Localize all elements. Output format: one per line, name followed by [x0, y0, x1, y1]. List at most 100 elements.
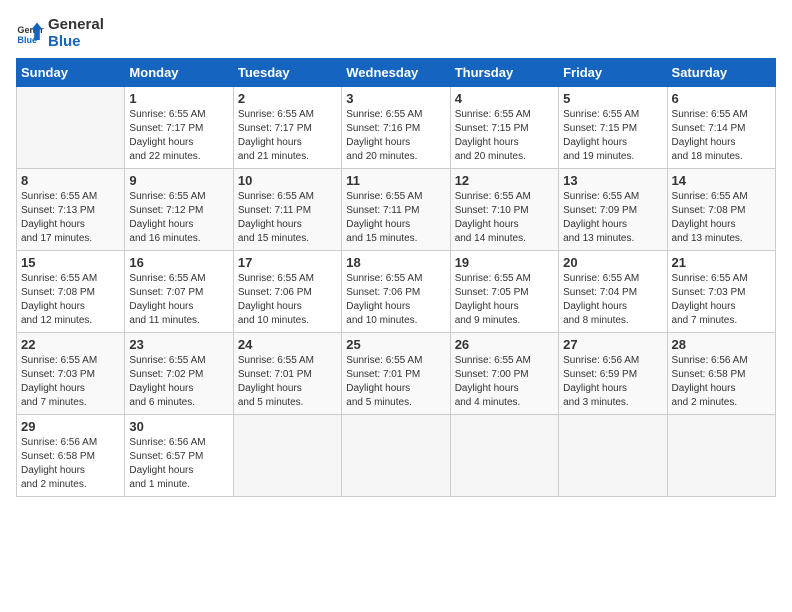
day-info: Sunrise: 6:55 AM Sunset: 7:06 PM Dayligh…	[238, 272, 337, 328]
day-number: 25	[346, 337, 445, 352]
day-cell: 14 Sunrise: 6:55 AM Sunset: 7:08 PM Dayl…	[667, 169, 775, 251]
logo-icon: General Blue	[16, 19, 44, 47]
week-row-2: 15 Sunrise: 6:55 AM Sunset: 7:08 PM Dayl…	[17, 251, 776, 333]
day-cell: 5 Sunrise: 6:55 AM Sunset: 7:15 PM Dayli…	[559, 87, 667, 169]
week-row-4: 29 Sunrise: 6:56 AM Sunset: 6:58 PM Dayl…	[17, 415, 776, 497]
day-number: 11	[346, 173, 445, 188]
day-cell: 19 Sunrise: 6:55 AM Sunset: 7:05 PM Dayl…	[450, 251, 558, 333]
day-cell: 11 Sunrise: 6:55 AM Sunset: 7:11 PM Dayl…	[342, 169, 450, 251]
day-number: 10	[238, 173, 337, 188]
day-cell: 3 Sunrise: 6:55 AM Sunset: 7:16 PM Dayli…	[342, 87, 450, 169]
day-cell: 1 Sunrise: 6:55 AM Sunset: 7:17 PM Dayli…	[125, 87, 233, 169]
week-row-3: 22 Sunrise: 6:55 AM Sunset: 7:03 PM Dayl…	[17, 333, 776, 415]
day-cell: 2 Sunrise: 6:55 AM Sunset: 7:17 PM Dayli…	[233, 87, 341, 169]
day-cell: 29 Sunrise: 6:56 AM Sunset: 6:58 PM Dayl…	[17, 415, 125, 497]
day-info: Sunrise: 6:55 AM Sunset: 7:01 PM Dayligh…	[346, 354, 445, 410]
day-cell: 20 Sunrise: 6:55 AM Sunset: 7:04 PM Dayl…	[559, 251, 667, 333]
day-cell	[342, 415, 450, 497]
svg-text:Blue: Blue	[17, 35, 37, 45]
day-cell: 18 Sunrise: 6:55 AM Sunset: 7:06 PM Dayl…	[342, 251, 450, 333]
day-info: Sunrise: 6:55 AM Sunset: 7:11 PM Dayligh…	[238, 190, 337, 246]
day-info: Sunrise: 6:55 AM Sunset: 7:16 PM Dayligh…	[346, 108, 445, 164]
day-info: Sunrise: 6:55 AM Sunset: 7:08 PM Dayligh…	[21, 272, 120, 328]
day-info: Sunrise: 6:56 AM Sunset: 6:57 PM Dayligh…	[129, 436, 228, 492]
week-row-1: 8 Sunrise: 6:55 AM Sunset: 7:13 PM Dayli…	[17, 169, 776, 251]
week-row-0: 1 Sunrise: 6:55 AM Sunset: 7:17 PM Dayli…	[17, 87, 776, 169]
day-info: Sunrise: 6:56 AM Sunset: 6:59 PM Dayligh…	[563, 354, 662, 410]
col-header-wednesday: Wednesday	[342, 59, 450, 87]
day-number: 23	[129, 337, 228, 352]
day-cell: 24 Sunrise: 6:55 AM Sunset: 7:01 PM Dayl…	[233, 333, 341, 415]
day-info: Sunrise: 6:55 AM Sunset: 7:07 PM Dayligh…	[129, 272, 228, 328]
day-cell: 25 Sunrise: 6:55 AM Sunset: 7:01 PM Dayl…	[342, 333, 450, 415]
day-number: 6	[672, 91, 771, 106]
logo-blue: Blue	[48, 33, 104, 50]
day-number: 14	[672, 173, 771, 188]
day-info: Sunrise: 6:55 AM Sunset: 7:17 PM Dayligh…	[238, 108, 337, 164]
day-cell	[17, 87, 125, 169]
day-cell: 15 Sunrise: 6:55 AM Sunset: 7:08 PM Dayl…	[17, 251, 125, 333]
day-number: 18	[346, 255, 445, 270]
day-cell: 22 Sunrise: 6:55 AM Sunset: 7:03 PM Dayl…	[17, 333, 125, 415]
day-cell: 23 Sunrise: 6:55 AM Sunset: 7:02 PM Dayl…	[125, 333, 233, 415]
day-info: Sunrise: 6:56 AM Sunset: 6:58 PM Dayligh…	[21, 436, 120, 492]
day-info: Sunrise: 6:55 AM Sunset: 7:14 PM Dayligh…	[672, 108, 771, 164]
day-info: Sunrise: 6:55 AM Sunset: 7:09 PM Dayligh…	[563, 190, 662, 246]
day-cell	[559, 415, 667, 497]
day-number: 22	[21, 337, 120, 352]
day-cell: 17 Sunrise: 6:55 AM Sunset: 7:06 PM Dayl…	[233, 251, 341, 333]
day-info: Sunrise: 6:55 AM Sunset: 7:15 PM Dayligh…	[455, 108, 554, 164]
day-number: 12	[455, 173, 554, 188]
day-number: 16	[129, 255, 228, 270]
day-info: Sunrise: 6:55 AM Sunset: 7:06 PM Dayligh…	[346, 272, 445, 328]
day-info: Sunrise: 6:55 AM Sunset: 7:17 PM Dayligh…	[129, 108, 228, 164]
day-cell: 9 Sunrise: 6:55 AM Sunset: 7:12 PM Dayli…	[125, 169, 233, 251]
day-cell: 28 Sunrise: 6:56 AM Sunset: 6:58 PM Dayl…	[667, 333, 775, 415]
day-cell: 26 Sunrise: 6:55 AM Sunset: 7:00 PM Dayl…	[450, 333, 558, 415]
day-info: Sunrise: 6:55 AM Sunset: 7:03 PM Dayligh…	[672, 272, 771, 328]
day-cell: 13 Sunrise: 6:55 AM Sunset: 7:09 PM Dayl…	[559, 169, 667, 251]
day-info: Sunrise: 6:55 AM Sunset: 7:08 PM Dayligh…	[672, 190, 771, 246]
col-header-monday: Monday	[125, 59, 233, 87]
day-cell: 21 Sunrise: 6:55 AM Sunset: 7:03 PM Dayl…	[667, 251, 775, 333]
day-number: 19	[455, 255, 554, 270]
page-header: General Blue General Blue	[16, 16, 776, 50]
day-cell: 8 Sunrise: 6:55 AM Sunset: 7:13 PM Dayli…	[17, 169, 125, 251]
col-header-friday: Friday	[559, 59, 667, 87]
day-cell: 30 Sunrise: 6:56 AM Sunset: 6:57 PM Dayl…	[125, 415, 233, 497]
day-cell	[450, 415, 558, 497]
day-number: 1	[129, 91, 228, 106]
day-info: Sunrise: 6:55 AM Sunset: 7:02 PM Dayligh…	[129, 354, 228, 410]
col-header-saturday: Saturday	[667, 59, 775, 87]
col-header-sunday: Sunday	[17, 59, 125, 87]
day-number: 24	[238, 337, 337, 352]
day-info: Sunrise: 6:55 AM Sunset: 7:12 PM Dayligh…	[129, 190, 228, 246]
day-info: Sunrise: 6:56 AM Sunset: 6:58 PM Dayligh…	[672, 354, 771, 410]
logo: General Blue General Blue	[16, 16, 104, 50]
day-info: Sunrise: 6:55 AM Sunset: 7:13 PM Dayligh…	[21, 190, 120, 246]
day-cell: 16 Sunrise: 6:55 AM Sunset: 7:07 PM Dayl…	[125, 251, 233, 333]
day-cell: 4 Sunrise: 6:55 AM Sunset: 7:15 PM Dayli…	[450, 87, 558, 169]
day-number: 21	[672, 255, 771, 270]
day-number: 20	[563, 255, 662, 270]
day-number: 3	[346, 91, 445, 106]
day-info: Sunrise: 6:55 AM Sunset: 7:04 PM Dayligh…	[563, 272, 662, 328]
day-cell	[667, 415, 775, 497]
logo-general: General	[48, 16, 104, 33]
day-info: Sunrise: 6:55 AM Sunset: 7:01 PM Dayligh…	[238, 354, 337, 410]
day-number: 26	[455, 337, 554, 352]
day-info: Sunrise: 6:55 AM Sunset: 7:05 PM Dayligh…	[455, 272, 554, 328]
day-cell: 6 Sunrise: 6:55 AM Sunset: 7:14 PM Dayli…	[667, 87, 775, 169]
day-number: 5	[563, 91, 662, 106]
day-number: 29	[21, 419, 120, 434]
day-number: 28	[672, 337, 771, 352]
day-number: 27	[563, 337, 662, 352]
day-number: 30	[129, 419, 228, 434]
day-cell: 10 Sunrise: 6:55 AM Sunset: 7:11 PM Dayl…	[233, 169, 341, 251]
day-cell	[233, 415, 341, 497]
col-header-tuesday: Tuesday	[233, 59, 341, 87]
day-cell: 12 Sunrise: 6:55 AM Sunset: 7:10 PM Dayl…	[450, 169, 558, 251]
day-cell: 27 Sunrise: 6:56 AM Sunset: 6:59 PM Dayl…	[559, 333, 667, 415]
day-info: Sunrise: 6:55 AM Sunset: 7:10 PM Dayligh…	[455, 190, 554, 246]
day-info: Sunrise: 6:55 AM Sunset: 7:00 PM Dayligh…	[455, 354, 554, 410]
